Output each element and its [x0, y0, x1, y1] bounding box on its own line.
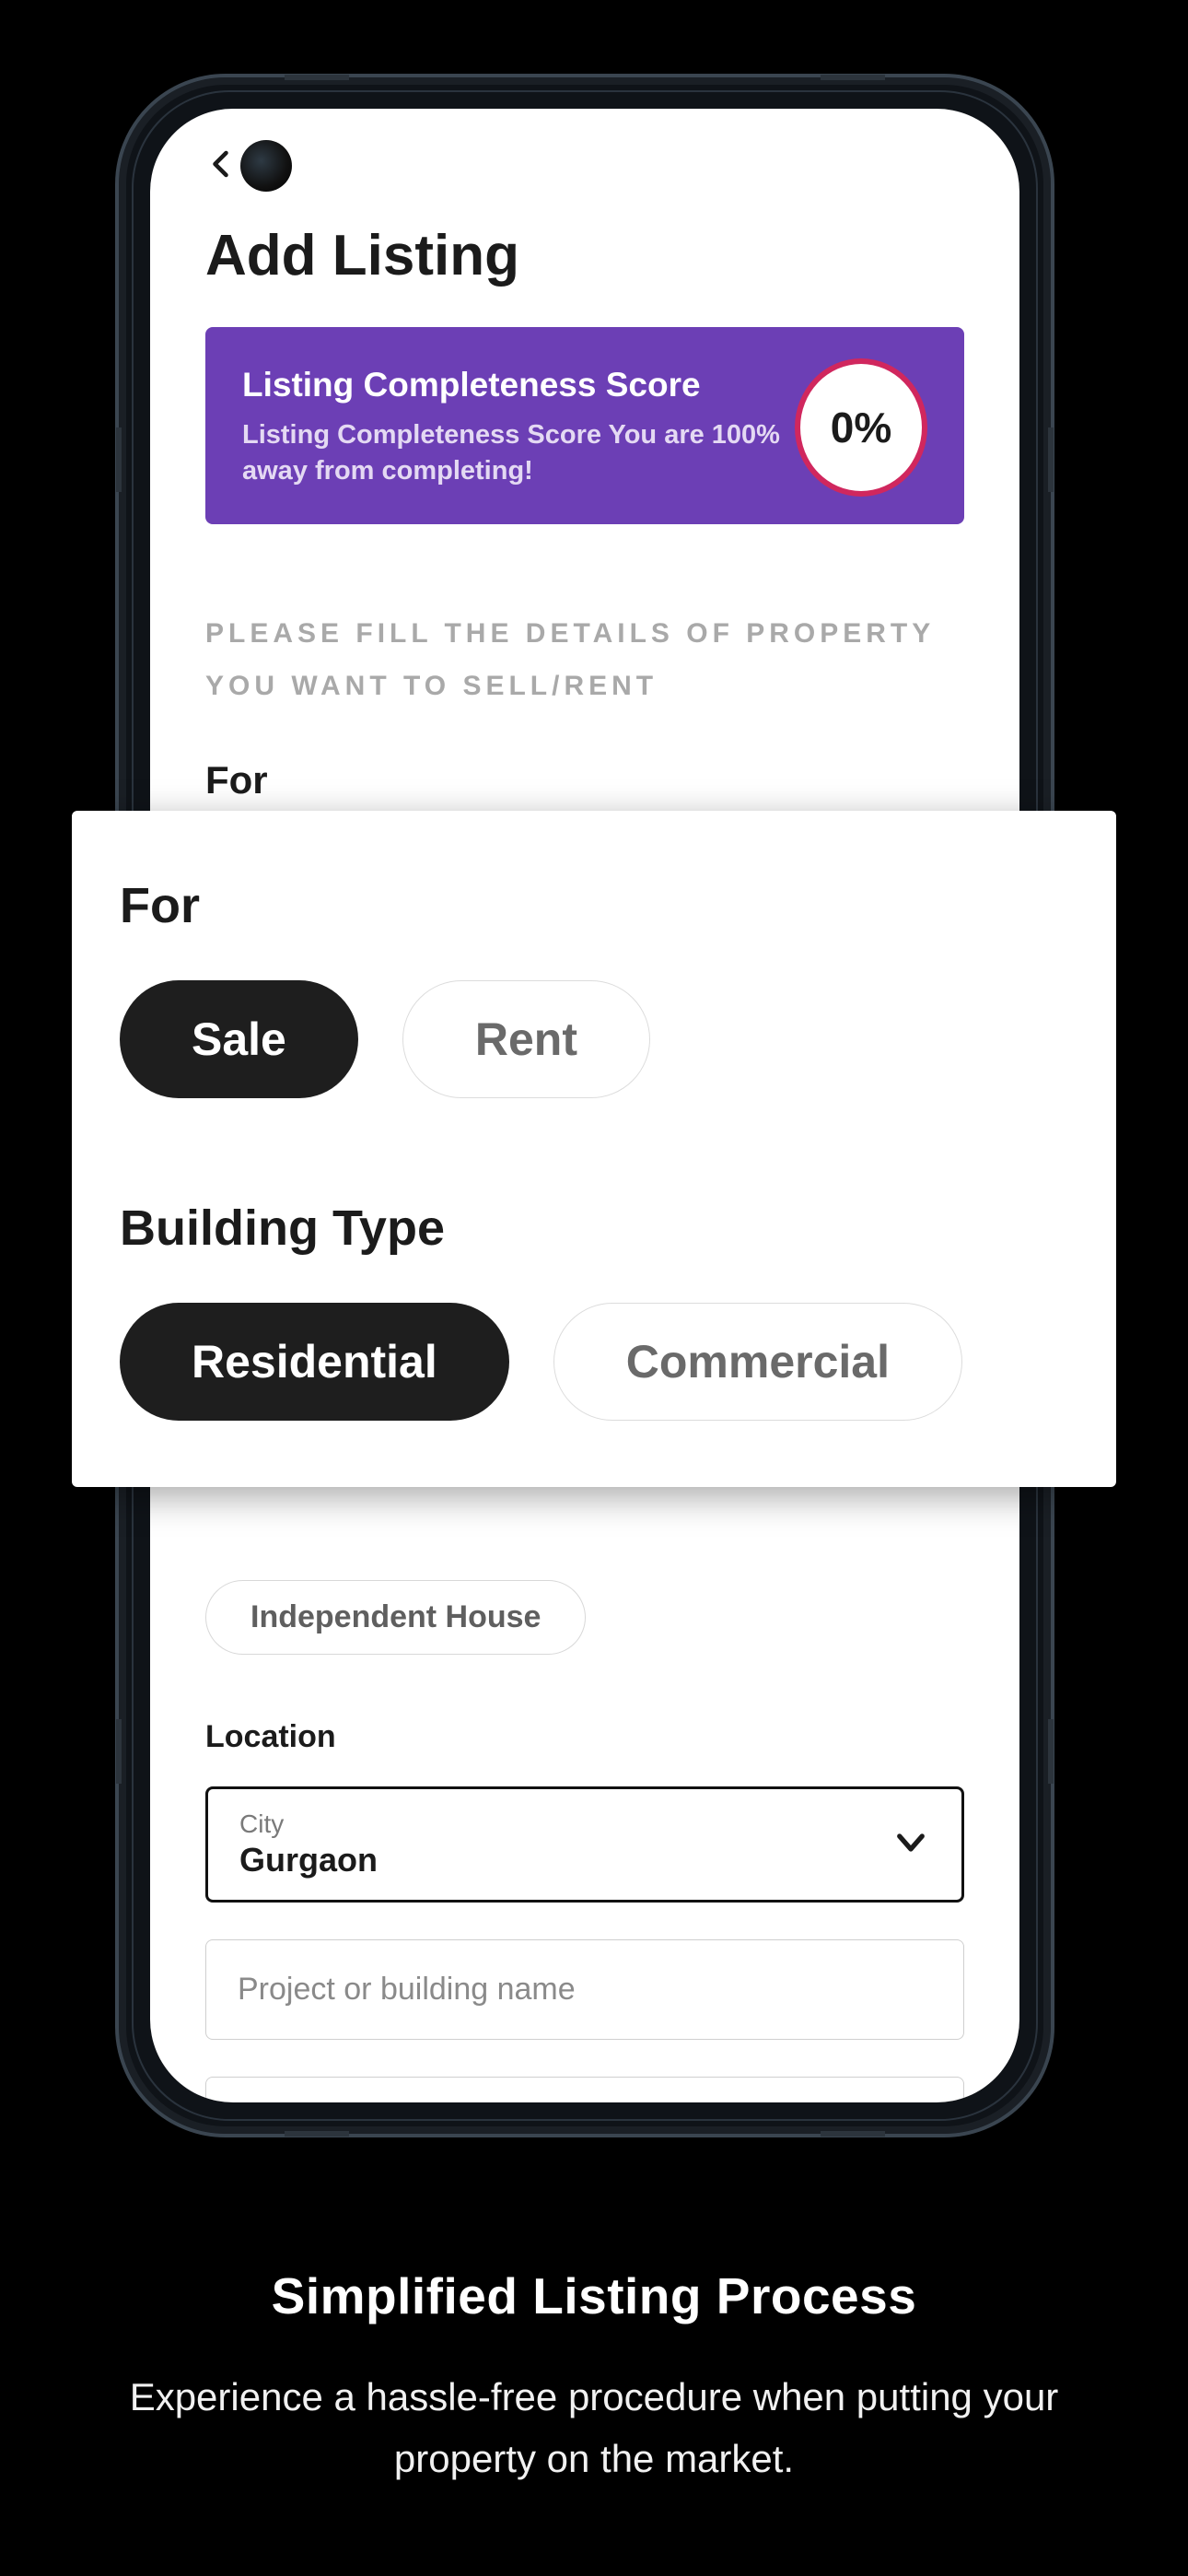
score-title: Listing Completeness Score: [242, 366, 795, 404]
back-icon[interactable]: [205, 147, 239, 185]
instruction-text: PLEASE FILL THE DETAILS OF PROPERTY YOU …: [205, 607, 964, 712]
score-ring: 0%: [795, 358, 927, 497]
promo-block: Simplified Listing Process Experience a …: [0, 2266, 1188, 2489]
overlay-card: For Sale Rent Building Type Residential …: [72, 811, 1116, 1487]
for-option-rent[interactable]: Rent: [402, 980, 650, 1098]
section-label-for-peek: For: [205, 758, 964, 802]
building-type-option-commercial[interactable]: Commercial: [553, 1303, 962, 1421]
frame-mark: [821, 2131, 885, 2137]
next-input-peek[interactable]: [205, 2077, 964, 2102]
overlay-label-for: For: [120, 877, 1068, 934]
building-type-option-residential[interactable]: Residential: [120, 1303, 509, 1421]
score-card: Listing Completeness Score Listing Compl…: [205, 327, 964, 524]
section-label-location: Location: [205, 1719, 964, 1755]
city-select[interactable]: City Gurgaon: [205, 1786, 964, 1903]
for-option-sale[interactable]: Sale: [120, 980, 358, 1098]
promo-subtitle: Experience a hassle-free procedure when …: [129, 2366, 1059, 2489]
frame-mark: [1048, 1719, 1054, 1784]
promo-title: Simplified Listing Process: [129, 2266, 1059, 2325]
chevron-down-icon: [891, 1823, 930, 1867]
frame-mark: [285, 2131, 349, 2137]
frame-mark: [1048, 427, 1054, 492]
frame-mark: [116, 427, 122, 492]
chip-independent-house[interactable]: Independent House: [205, 1580, 586, 1655]
camera-hole-icon: [240, 140, 292, 192]
city-value: Gurgaon: [239, 1841, 378, 1879]
frame-mark: [285, 75, 349, 80]
frame-mark: [116, 1719, 122, 1784]
project-name-input[interactable]: Project or building name: [205, 1939, 964, 2040]
page-title: Add Listing: [205, 223, 964, 288]
city-caption: City: [239, 1809, 378, 1839]
score-subtitle: Listing Completeness Score You are 100% …: [242, 417, 795, 489]
frame-mark: [821, 75, 885, 80]
project-name-placeholder: Project or building name: [238, 1972, 576, 2007]
overlay-label-building-type: Building Type: [120, 1200, 1068, 1257]
score-value: 0%: [831, 403, 891, 452]
